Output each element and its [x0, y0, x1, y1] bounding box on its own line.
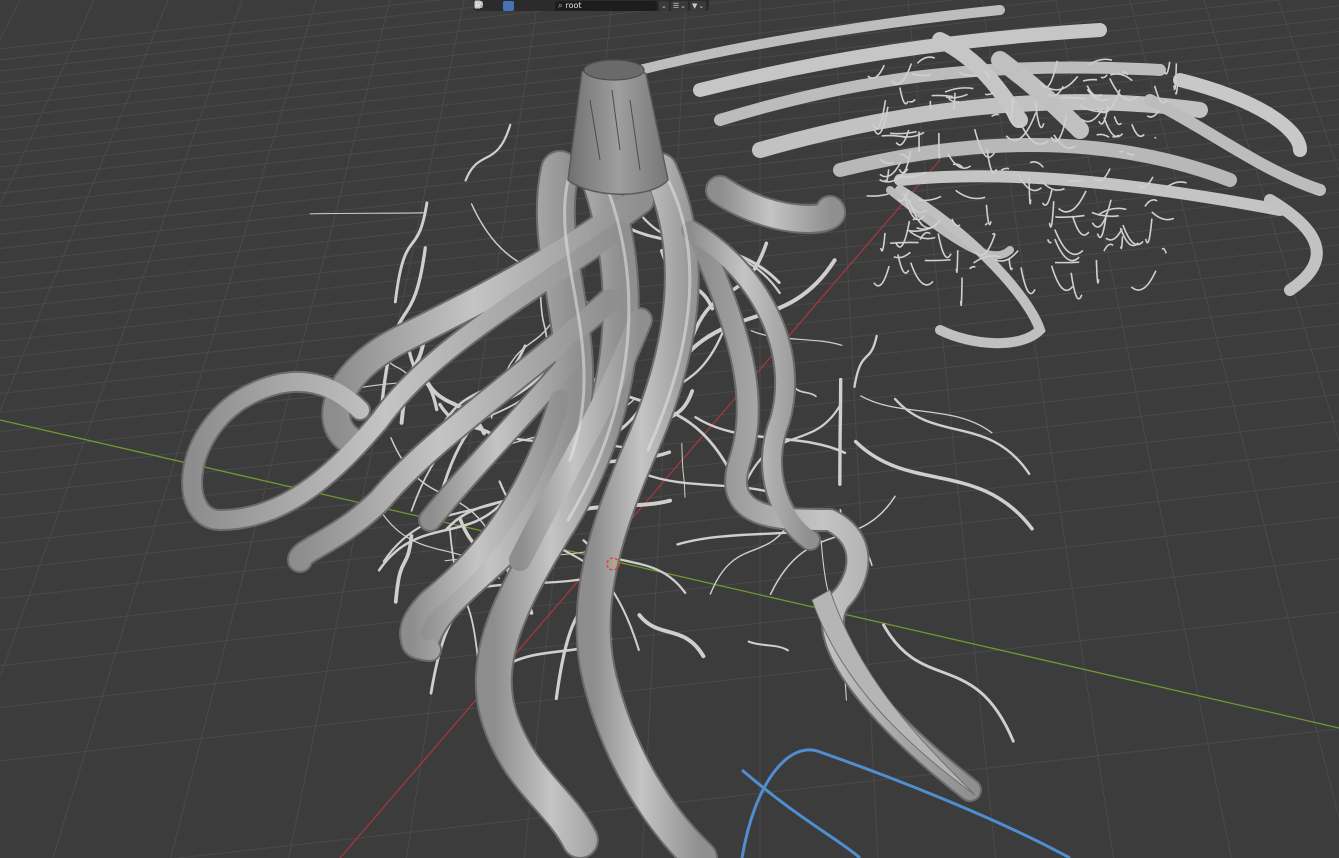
fine-root — [924, 258, 951, 262]
thin-root — [860, 395, 993, 434]
fine-root — [1161, 247, 1167, 254]
fine-root — [1008, 258, 1014, 271]
fine-root — [1029, 161, 1044, 168]
viewport-scene — [0, 0, 1339, 858]
fine-root — [1119, 236, 1124, 250]
viewport-header: ⌕ root ⌄ ☰ ⌄ ▼ ⌄ — [474, 0, 710, 11]
fine-root — [1110, 73, 1133, 82]
layer-icon[interactable] — [474, 1, 553, 11]
funnel-icon: ▼ — [692, 1, 698, 10]
fine-root — [938, 132, 941, 159]
chevron-down-icon: ⌄ — [698, 1, 705, 10]
display-mode-dropdown[interactable]: ☰ ⌄ — [670, 0, 689, 11]
grid-line — [0, 0, 1173, 131]
fine-root — [866, 193, 889, 197]
fine-root — [955, 189, 986, 200]
thin-root — [838, 377, 843, 486]
thin-root — [642, 472, 776, 495]
fine-root — [890, 241, 919, 245]
fine-root — [912, 218, 923, 226]
fine-root — [944, 87, 974, 93]
overlay-icon[interactable] — [474, 1, 527, 11]
fine-root — [1131, 124, 1145, 138]
fine-root — [1050, 265, 1074, 292]
grid-line — [0, 0, 1283, 143]
fine-root — [1100, 74, 1108, 79]
fine-root — [889, 130, 917, 135]
fine-root — [899, 87, 909, 105]
fine-root — [916, 56, 936, 64]
fine-root — [984, 92, 994, 96]
grid-line — [0, 0, 645, 72]
chevron-down-icon: ⌄ — [661, 1, 667, 10]
fine-root — [929, 100, 932, 110]
filter-dropdown[interactable]: ⌄ — [659, 0, 669, 11]
fine-root — [1130, 270, 1157, 291]
fine-root — [1048, 201, 1055, 228]
fine-root — [1070, 272, 1083, 300]
thin-root — [853, 334, 878, 389]
fine-root — [1091, 211, 1119, 218]
fine-root — [1055, 214, 1085, 219]
fine-root — [1103, 243, 1114, 252]
fine-root — [1096, 133, 1110, 138]
fine-root — [873, 265, 890, 287]
filter-options-dropdown[interactable]: ▼ ⌄ — [690, 0, 707, 11]
search-value: root — [565, 0, 582, 10]
globe-icon[interactable] — [474, 0, 540, 11]
fine-root — [1103, 117, 1124, 138]
thin-root — [853, 439, 1034, 531]
fine-root — [1071, 215, 1090, 236]
fine-root — [908, 98, 916, 103]
fine-root — [1058, 190, 1087, 213]
thin-root — [681, 442, 686, 498]
fine-root — [1082, 78, 1098, 82]
fine-root — [991, 232, 996, 235]
main-root-system — [181, 150, 982, 858]
grid-line — [0, 611, 1339, 762]
fine-root — [984, 222, 988, 226]
fine-root — [991, 113, 1000, 118]
cursor-icon[interactable] — [475, 0, 501, 11]
fine-root — [959, 277, 963, 307]
fine-root — [879, 232, 886, 252]
root-stump — [567, 59, 669, 195]
3d-viewport[interactable]: ⌕ root ⌄ ☰ ⌄ ▼ ⌄ — [0, 0, 1339, 858]
fine-root — [1144, 199, 1158, 207]
thin-root — [309, 212, 424, 215]
search-icon: ⌕ — [558, 0, 563, 10]
thin-root — [793, 386, 817, 398]
fine-root — [955, 250, 959, 273]
list-icon: ☰ — [672, 1, 680, 10]
fine-root — [931, 94, 953, 98]
fine-root — [1097, 207, 1127, 216]
chevron-down-icon: ⌄ — [680, 1, 687, 10]
fine-root — [1119, 150, 1124, 153]
fine-root — [1122, 224, 1144, 246]
cube-icon[interactable] — [474, 0, 514, 11]
thin-root — [747, 640, 789, 652]
bezier-curve — [740, 748, 1071, 858]
fine-root — [1054, 229, 1084, 256]
fine-root — [1020, 267, 1036, 295]
search-input[interactable]: ⌕ root — [555, 0, 657, 11]
fine-root — [1154, 136, 1157, 139]
grid-line — [0, 558, 1339, 709]
fine-root — [1113, 115, 1122, 126]
